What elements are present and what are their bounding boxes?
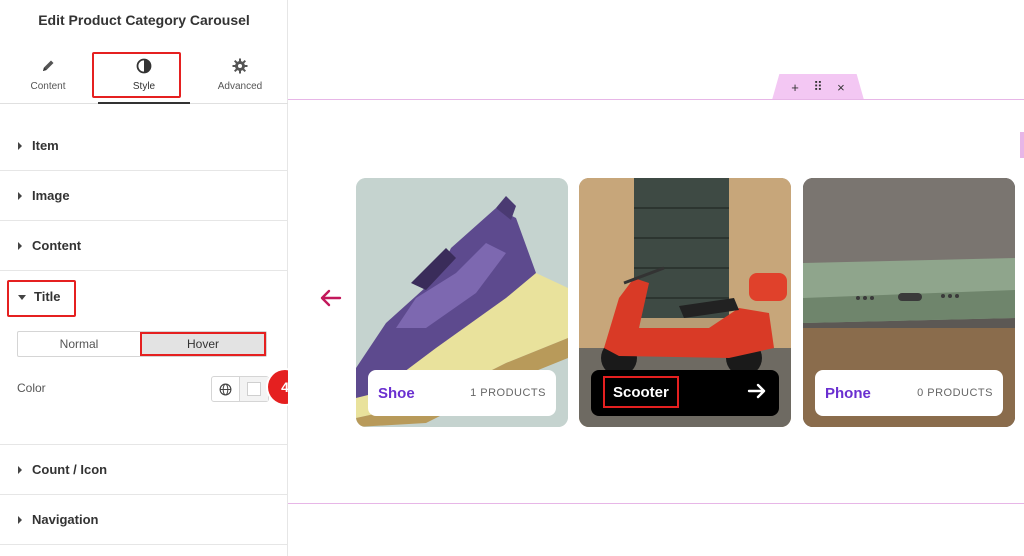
card-title[interactable]: Phone bbox=[825, 385, 871, 402]
arrow-right-icon[interactable] bbox=[747, 382, 767, 405]
category-card-shoe[interactable]: Shoe 1 PRODUCTS bbox=[356, 178, 568, 427]
tab-style-label: Style bbox=[132, 80, 156, 92]
preview-canvas: + ⠿ × Shoe 1 PRODUCTS Scooter Phone 0 PR… bbox=[288, 0, 1024, 556]
tab-style[interactable]: Style bbox=[96, 44, 192, 104]
section-title-label: Title bbox=[34, 289, 61, 304]
panel-tabs: Content Style Advanced bbox=[0, 44, 288, 104]
card-info-shoe: Shoe 1 PRODUCTS bbox=[368, 370, 556, 416]
normal-toggle[interactable]: Normal bbox=[18, 332, 140, 356]
color-swatch-wrap bbox=[240, 377, 268, 401]
color-control bbox=[211, 376, 269, 402]
panel-title: Edit Product Category Carousel bbox=[38, 12, 250, 28]
caret-down-icon bbox=[18, 295, 26, 300]
caret-right-icon bbox=[18, 465, 22, 474]
color-swatch[interactable] bbox=[247, 382, 261, 396]
tab-advanced-label: Advanced bbox=[217, 80, 263, 92]
card-title[interactable]: Scooter bbox=[613, 384, 669, 401]
category-card-phone[interactable]: Phone 0 PRODUCTS bbox=[803, 178, 1015, 427]
card-title[interactable]: Shoe bbox=[378, 385, 415, 402]
caret-right-icon bbox=[18, 191, 22, 200]
section-content-label: Content bbox=[32, 238, 82, 253]
section-item-label: Item bbox=[32, 138, 59, 153]
section-image[interactable]: Image bbox=[0, 171, 288, 221]
section-navigation-label: Navigation bbox=[32, 512, 99, 527]
caret-right-icon bbox=[18, 241, 22, 250]
section-image-label: Image bbox=[32, 188, 70, 203]
section-handle: + ⠿ × bbox=[772, 74, 864, 100]
card-count: 1 PRODUCTS bbox=[470, 387, 546, 399]
color-label: Color bbox=[17, 381, 46, 395]
tab-content-label: Content bbox=[30, 80, 66, 92]
card-info-phone: Phone 0 PRODUCTS bbox=[815, 370, 1003, 416]
edge-handle[interactable] bbox=[1020, 132, 1024, 158]
section-title[interactable]: Title bbox=[0, 271, 288, 445]
editor-panel: Edit Product Category Carousel Content S… bbox=[0, 0, 302, 556]
arrow-left-icon bbox=[320, 289, 342, 307]
section-count-icon-label: Count / Icon bbox=[32, 462, 108, 477]
section-content[interactable]: Content bbox=[0, 221, 288, 271]
category-card-scooter[interactable]: Scooter bbox=[579, 178, 791, 427]
carousel-prev-button[interactable] bbox=[318, 286, 342, 310]
caret-right-icon bbox=[18, 141, 22, 150]
section-navigation[interactable]: Navigation bbox=[0, 495, 288, 545]
scooter-title-highlight: Scooter bbox=[603, 376, 679, 408]
hover-toggle[interactable]: Hover bbox=[140, 332, 266, 356]
section-item[interactable]: Item bbox=[0, 121, 288, 171]
drag-handle-icon[interactable]: ⠿ bbox=[813, 79, 823, 95]
card-info-scooter: Scooter bbox=[591, 370, 779, 416]
pencil-icon bbox=[39, 57, 57, 75]
state-toggle: Normal Hover bbox=[17, 331, 267, 357]
contrast-icon bbox=[135, 57, 153, 75]
card-count: 0 PRODUCTS bbox=[917, 387, 993, 399]
gear-icon bbox=[231, 57, 249, 75]
caret-right-icon bbox=[18, 515, 22, 524]
globe-icon bbox=[219, 383, 232, 395]
tab-content[interactable]: Content bbox=[0, 44, 96, 104]
global-colors-button[interactable] bbox=[212, 377, 240, 401]
tab-advanced[interactable]: Advanced bbox=[192, 44, 288, 104]
close-section-button[interactable]: × bbox=[837, 80, 845, 95]
add-section-button[interactable]: + bbox=[791, 80, 799, 95]
section-count-icon[interactable]: Count / Icon bbox=[0, 445, 288, 495]
